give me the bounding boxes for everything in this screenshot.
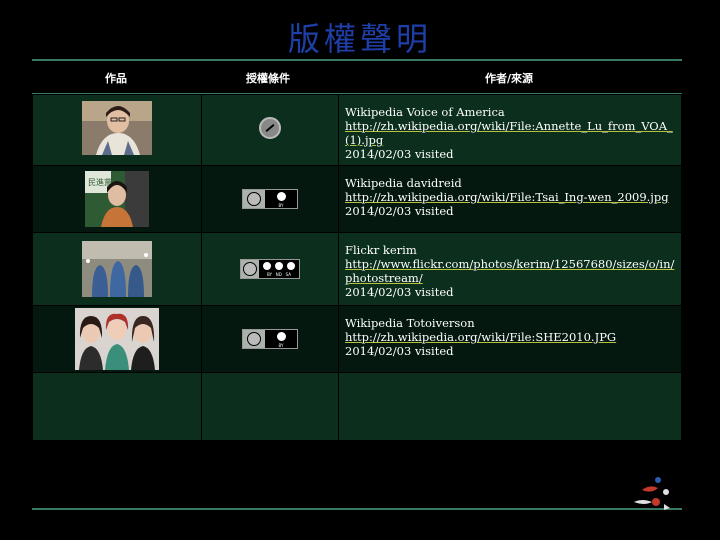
cc-by-icon: BY [242, 329, 298, 349]
woman-speaker-portrait-image: 民進黨 [85, 171, 149, 227]
source-name: Wikipedia Voice of America [345, 105, 505, 119]
attribution-icon [262, 260, 272, 271]
visited-date: 2014/02/03 visited [345, 204, 454, 218]
source-cell: Flickr kerim http://www.flickr.com/photo… [338, 232, 682, 306]
license-cell [201, 372, 339, 441]
table-row [32, 372, 682, 441]
page-title: 版權聲明 [287, 20, 432, 58]
license-cell: BY [201, 165, 339, 233]
column-header-work: 作品 [105, 72, 127, 85]
top-divider [32, 59, 682, 61]
license-cell: BY ND SA [201, 232, 339, 306]
cc-by-icon: BY [242, 189, 298, 209]
work-cell [32, 232, 202, 306]
blue-burqa-women-photo-image [82, 241, 152, 297]
source-name: Wikipedia Totoiverson [345, 316, 475, 330]
work-cell [32, 305, 202, 373]
visited-date: 2014/02/03 visited [345, 147, 454, 161]
share-alike-icon [286, 260, 296, 271]
three-women-group-photo-image [75, 308, 159, 370]
source-link[interactable]: http://www.flickr.com/photos/kerim/12567… [345, 257, 674, 285]
no-derivatives-icon [274, 260, 284, 271]
cc-logo-icon [247, 332, 261, 346]
table-row: BY ND SA Flickr kerim http://www.flickr.… [32, 232, 682, 306]
table-row: BY Wikipedia Totoiverson http://zh.wikip… [32, 305, 682, 373]
column-header-source: 作者/來源 [484, 72, 534, 85]
source-name: Flickr kerim [345, 243, 417, 257]
source-link[interactable]: http://zh.wikipedia.org/wiki/File:SHE201… [345, 330, 616, 344]
work-cell [32, 94, 202, 166]
source-link[interactable]: http://zh.wikipedia.org/wiki/File:Annett… [345, 119, 673, 147]
attribution-icon [275, 190, 287, 202]
attribution-icon [275, 330, 287, 342]
badge-label: BY [278, 202, 284, 208]
source-cell [338, 372, 682, 441]
table-row: 民進黨 BY Wikipedia davidreid http://zh.wik… [32, 165, 682, 233]
bottom-divider [32, 508, 682, 510]
column-header-license: 授權條件 [246, 72, 290, 85]
source-cell: Wikipedia Voice of America http://zh.wik… [338, 94, 682, 166]
cc-logo-icon [247, 192, 261, 206]
visited-date: 2014/02/03 visited [345, 344, 454, 358]
visited-date: 2014/02/03 visited [345, 285, 454, 299]
source-link[interactable]: http://zh.wikipedia.org/wiki/File:Tsai_I… [345, 190, 669, 204]
table-row: Wikipedia Voice of America http://zh.wik… [32, 94, 682, 166]
cc-logo-icon [243, 262, 257, 276]
public-domain-icon [259, 117, 281, 139]
source-name: Wikipedia davidreid [345, 176, 462, 190]
license-cell: BY [201, 305, 339, 373]
source-cell: Wikipedia Totoiverson http://zh.wikipedi… [338, 305, 682, 373]
logo-mark-icon [634, 477, 670, 510]
woman-glasses-portrait-image [82, 101, 152, 155]
work-cell: 民進黨 [32, 165, 202, 233]
work-cell [32, 372, 202, 441]
source-cell: Wikipedia davidreid http://zh.wikipedia.… [338, 165, 682, 233]
credits-table: Wikipedia Voice of America http://zh.wik… [32, 94, 682, 441]
badge-label: BY [278, 342, 284, 348]
badge-label: BY ND SA [266, 272, 292, 278]
license-cell [201, 94, 339, 166]
cc-by-nd-sa-icon: BY ND SA [240, 259, 300, 279]
